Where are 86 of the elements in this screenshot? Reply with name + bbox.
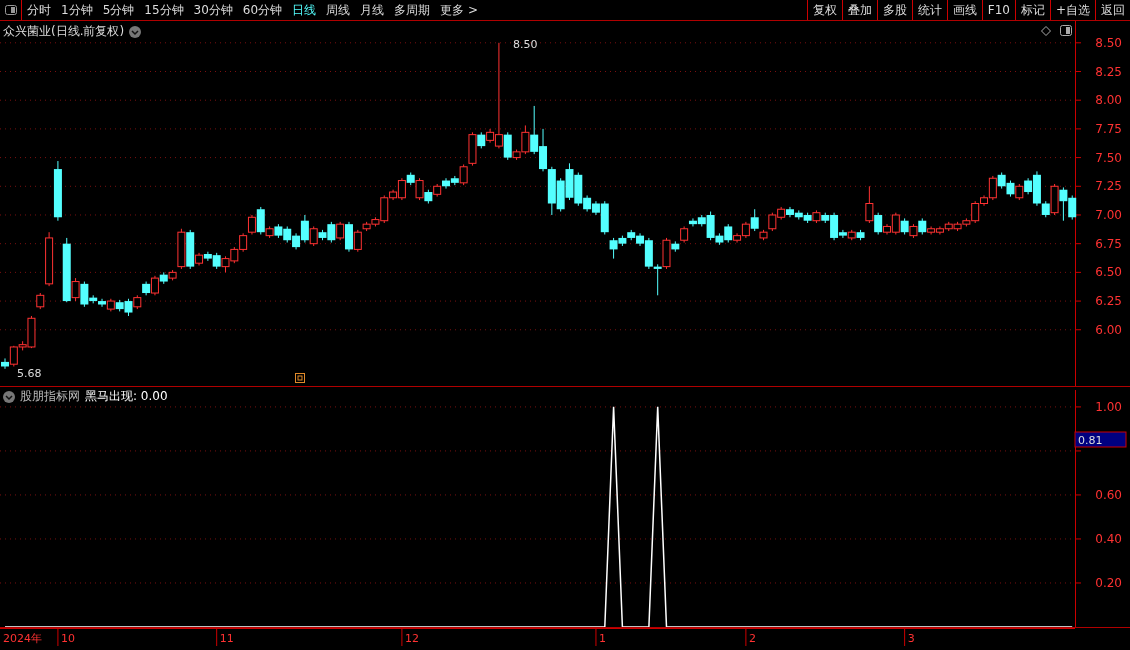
- low-price-label: 5.68: [17, 366, 42, 380]
- toolbar-button[interactable]: 多股: [876, 0, 912, 20]
- indicator-tick-label: 0.40: [1095, 531, 1122, 546]
- price-tick-label: 8.00: [1095, 93, 1122, 108]
- candlestick: [433, 183, 442, 198]
- toolbar-button[interactable]: 返回: [1095, 0, 1130, 20]
- price-tick-label: 7.75: [1095, 121, 1122, 136]
- candlestick: [627, 229, 636, 241]
- candlestick: [1015, 183, 1024, 201]
- period-tab[interactable]: 60分钟: [237, 0, 288, 20]
- candlestick: [547, 166, 556, 216]
- price-tick-label: 6.00: [1095, 322, 1122, 337]
- candlestick: [106, 298, 115, 312]
- chevron-down-icon[interactable]: [3, 390, 15, 403]
- period-tab[interactable]: 周线: [321, 0, 356, 20]
- candlestick: [274, 223, 283, 239]
- candlestick: [803, 212, 812, 224]
- candlestick: [953, 221, 962, 232]
- period-tab[interactable]: 30分钟: [188, 0, 238, 20]
- price-tick-label: 6.75: [1095, 236, 1122, 251]
- price-tick-label: 7.00: [1095, 208, 1122, 222]
- period-tab[interactable]: 1分钟: [56, 0, 98, 20]
- toolbar-button[interactable]: 标记: [1014, 0, 1050, 20]
- candlestick: [556, 177, 565, 213]
- candlestick: [847, 229, 856, 241]
- price-tick-label: 6.50: [1095, 265, 1122, 280]
- toolbar-button[interactable]: 统计: [911, 0, 947, 20]
- toolbar-button[interactable]: F10: [981, 0, 1015, 20]
- period-tab[interactable]: 15分钟: [139, 0, 189, 20]
- candlestick: [565, 162, 574, 201]
- candlestick: [812, 209, 821, 224]
- candlestick: [856, 229, 865, 241]
- candlestick: [794, 209, 803, 221]
- candlestick: [230, 246, 239, 264]
- date-label: 2024年: [3, 632, 42, 645]
- period-tab[interactable]: 月线: [355, 0, 390, 20]
- price-tick-label: 6.25: [1095, 294, 1122, 309]
- cursor-value-badge: 0.81: [1074, 431, 1127, 448]
- indicator-name: 股朋指标网: [20, 388, 80, 405]
- toolbar-button[interactable]: 叠加: [841, 0, 877, 20]
- price-tick-label: 8.50: [1095, 35, 1122, 50]
- indicator-tick-label: 0.60: [1095, 487, 1122, 502]
- high-price-label: 8.50: [512, 37, 538, 51]
- candlestick: [944, 221, 953, 232]
- candlestick: [1068, 194, 1077, 221]
- toolbar-button[interactable]: 画线: [946, 0, 982, 20]
- price-tick-label: 7.50: [1095, 150, 1122, 165]
- period-tab[interactable]: 5分钟: [97, 0, 140, 20]
- candlestick: [653, 263, 662, 296]
- toolbar-button[interactable]: 复权: [806, 0, 842, 20]
- chevron-down-icon[interactable]: [129, 25, 142, 38]
- candlestick: [1006, 180, 1015, 198]
- period-tab[interactable]: 多周期: [389, 0, 436, 20]
- candlestick: [133, 294, 142, 310]
- diamond-icon[interactable]: [1041, 26, 1051, 36]
- price-tick-label: 7.25: [1095, 179, 1122, 194]
- date-label: 11: [219, 632, 234, 645]
- period-tab[interactable]: 分时: [22, 0, 56, 20]
- date-label: 10: [60, 632, 75, 645]
- panel-icon: [4, 5, 17, 15]
- date-label: 1: [598, 632, 606, 645]
- candlestick: [239, 232, 248, 253]
- candlestick: [1059, 186, 1068, 222]
- stock-title: 众兴菌业(日线.前复权): [3, 23, 125, 40]
- period-tab[interactable]: 日线: [287, 0, 322, 20]
- indicator-value: 黑马出现: 0.00: [85, 388, 168, 405]
- marker-icon: [295, 373, 305, 383]
- date-label: 2: [748, 632, 756, 645]
- candlestick: [777, 206, 786, 221]
- price-tick-label: 8.25: [1095, 64, 1122, 79]
- period-tab[interactable]: 更多 >: [435, 0, 483, 20]
- candlestick: [45, 231, 54, 287]
- candlestick: [283, 225, 292, 244]
- date-label: 12: [404, 632, 419, 645]
- candlestick: [36, 292, 45, 310]
- candlestick: [909, 223, 918, 239]
- candlestick: [247, 214, 256, 235]
- indicator-tick-label: 1.00: [1095, 399, 1122, 414]
- candlestick: [53, 160, 62, 222]
- candlestick: [900, 217, 909, 235]
- panel-icon[interactable]: [1060, 25, 1072, 36]
- candlestick: [221, 255, 230, 273]
- candlestick: [142, 281, 151, 296]
- indicator-tick-label: 0.20: [1095, 576, 1122, 590]
- date-label: 3: [907, 632, 915, 645]
- toolbar-button[interactable]: +自选: [1049, 0, 1095, 20]
